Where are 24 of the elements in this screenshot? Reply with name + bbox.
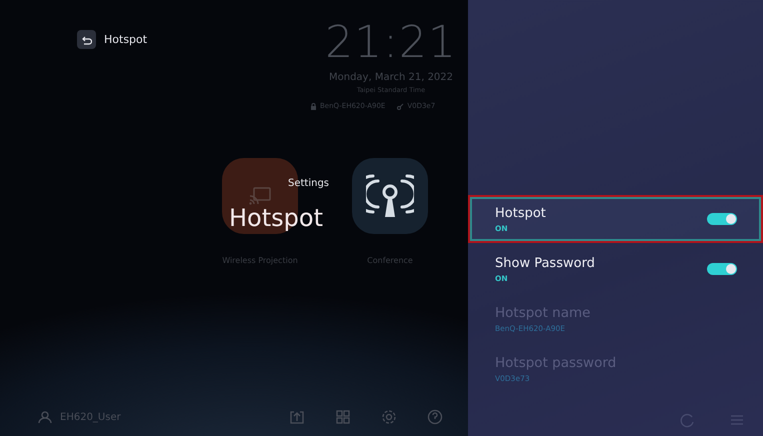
- back-icon: [81, 34, 92, 44]
- app-label: Wireless Projection: [222, 256, 298, 265]
- toggle-switch[interactable]: [707, 263, 737, 275]
- refresh-icon[interactable]: [679, 412, 695, 428]
- lock-icon: [310, 102, 317, 110]
- app-label: Conference: [367, 256, 413, 265]
- setting-title: Hotspot: [495, 206, 547, 220]
- key-icon: [397, 102, 404, 110]
- setting-title: Show Password: [495, 256, 596, 270]
- settings-icon[interactable]: [380, 409, 397, 425]
- upload-icon[interactable]: [288, 409, 305, 425]
- settings-caption: Settings: [288, 178, 330, 189]
- date-text: Monday, March 21, 2022: [328, 72, 454, 83]
- user-icon: [38, 410, 52, 424]
- toggle-switch[interactable]: [707, 213, 737, 225]
- app-tile[interactable]: [352, 158, 428, 234]
- apps-grid-icon[interactable]: [334, 409, 351, 425]
- user-name: EH620_User: [60, 412, 121, 422]
- clock-time: 21:21: [325, 18, 457, 68]
- cast-icon: [248, 186, 272, 206]
- hotspot-title: Hotspot: [229, 204, 323, 232]
- back-button[interactable]: Hotspot: [77, 26, 148, 52]
- antenna-icon: [366, 173, 414, 219]
- help-icon[interactable]: [426, 409, 443, 425]
